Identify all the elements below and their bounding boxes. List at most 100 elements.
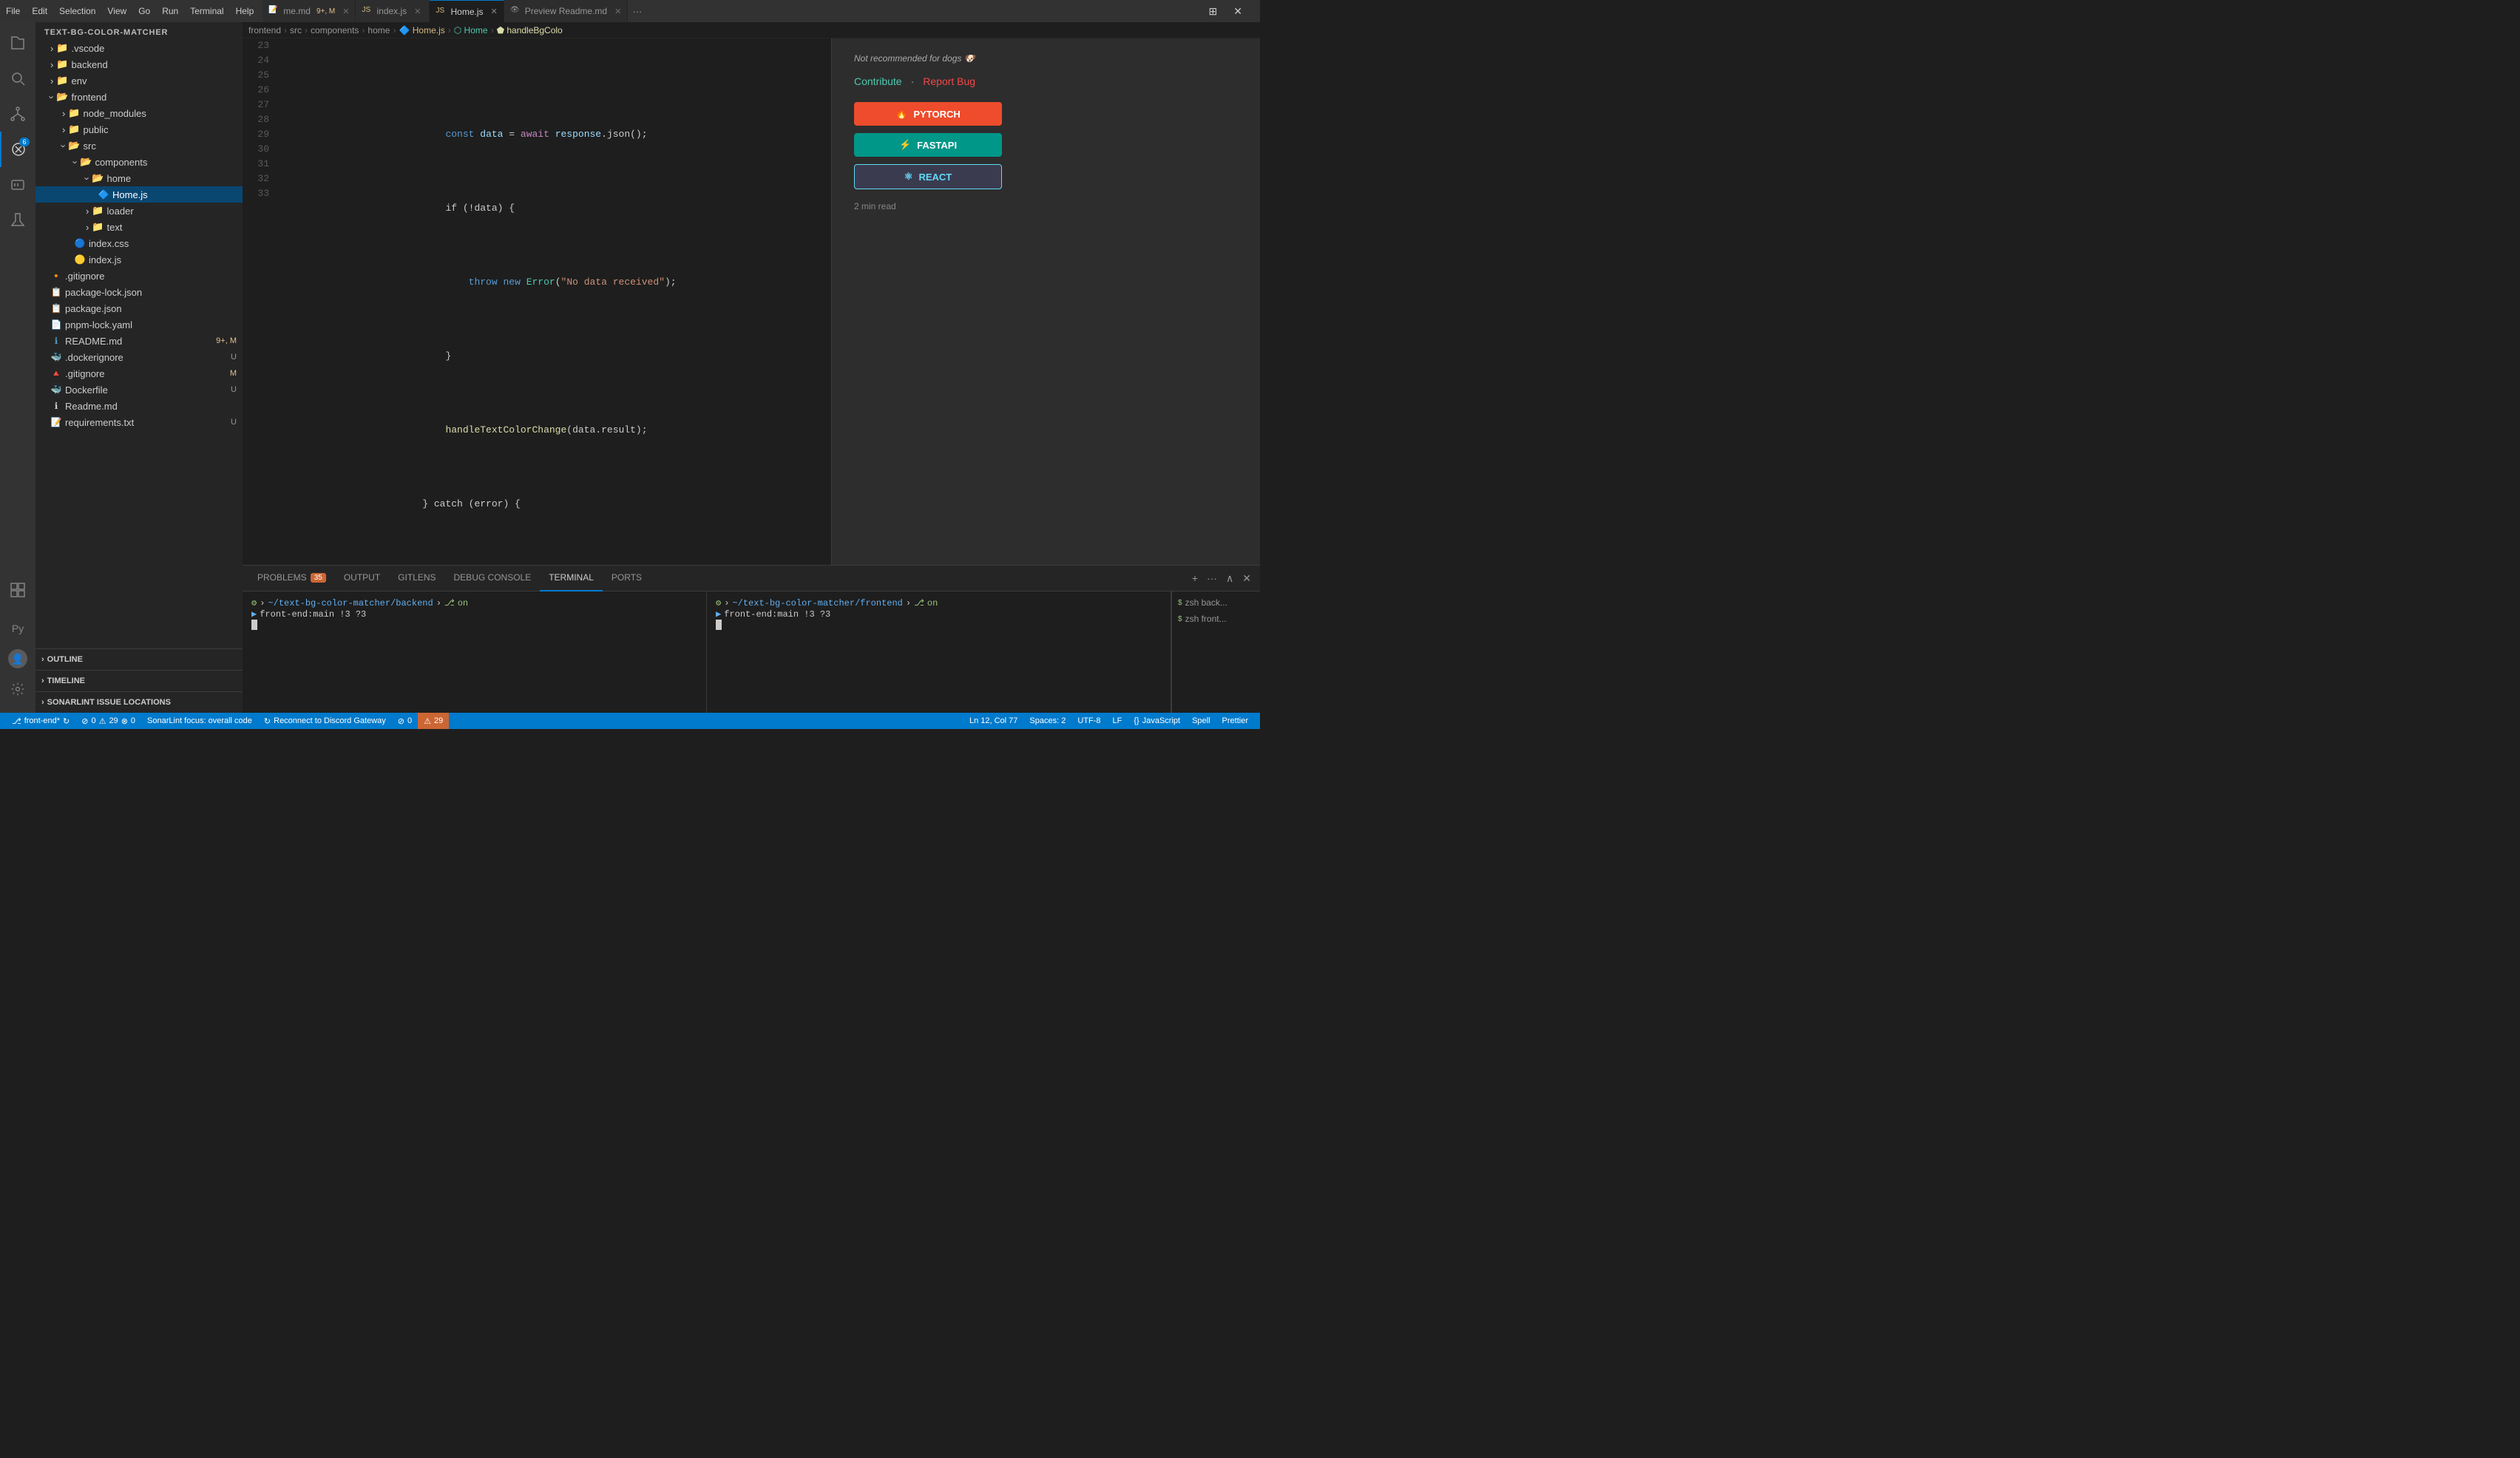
tab-indexjs[interactable]: JS index.js ✕ bbox=[356, 0, 430, 22]
terminal-pane-frontend[interactable]: ⚙ › ~/text-bg-color-matcher/frontend › ⎇… bbox=[707, 591, 1171, 713]
tab-debug-console[interactable]: DEBUG CONSOLE bbox=[445, 566, 541, 591]
readme-icon: ℹ bbox=[50, 336, 62, 346]
tree-item-text[interactable]: 📁 text bbox=[35, 219, 243, 235]
code-editor[interactable]: 23 24 25 26 27 28 29 30 31 32 33 bbox=[243, 38, 831, 565]
breadcrumb-home[interactable]: home bbox=[368, 25, 390, 35]
breadcrumb-src[interactable]: src bbox=[290, 25, 302, 35]
status-cursor[interactable]: Ln 12, Col 77 bbox=[963, 713, 1023, 729]
dockerfile-icon: 🐳 bbox=[50, 384, 62, 395]
terminal-close-button[interactable]: ✕ bbox=[1239, 571, 1254, 586]
tree-item-packagejson[interactable]: 📋 package.json bbox=[35, 300, 243, 316]
status-prettier[interactable]: Prettier bbox=[1216, 713, 1254, 729]
tree-item-frontend[interactable]: 📂 frontend bbox=[35, 89, 243, 105]
pytorch-badge[interactable]: 🔥 PYTORCH bbox=[854, 102, 1002, 126]
status-discord-count[interactable]: ⊘ 0 bbox=[392, 713, 418, 729]
user-avatar[interactable]: 👤 bbox=[8, 649, 27, 668]
report-bug-link[interactable]: Report Bug bbox=[923, 75, 975, 87]
tree-item-gitignore[interactable]: 🔸 .gitignore bbox=[35, 268, 243, 284]
status-discord[interactable]: ↻ Reconnect to Discord Gateway bbox=[258, 713, 392, 729]
tree-item-pnpmlock[interactable]: 📄 pnpm-lock.yaml bbox=[35, 316, 243, 333]
breadcrumb-components[interactable]: components bbox=[311, 25, 359, 35]
tree-item-public[interactable]: 📁 public bbox=[35, 121, 243, 138]
activity-remote[interactable] bbox=[0, 167, 35, 203]
tab-homejs[interactable]: JS Home.js ✕ bbox=[430, 0, 504, 22]
tree-item-env[interactable]: 📁 env bbox=[35, 72, 243, 89]
session-backend[interactable]: $ zsh back... bbox=[1172, 594, 1260, 611]
activity-extensions[interactable] bbox=[0, 572, 35, 608]
tree-item-packagelock[interactable]: 📋 package-lock.json bbox=[35, 284, 243, 300]
activity-settings[interactable] bbox=[0, 671, 35, 707]
terminal-add-button[interactable]: + bbox=[1189, 571, 1201, 586]
tab-memd-close[interactable]: ✕ bbox=[342, 7, 349, 16]
tree-item-src[interactable]: 📂 src bbox=[35, 138, 243, 154]
tree-item-readme[interactable]: ℹ README.md 9+, M bbox=[35, 333, 243, 349]
menu-run[interactable]: Run bbox=[162, 6, 178, 16]
tree-item-dockerignore[interactable]: 🐳 .dockerignore U bbox=[35, 349, 243, 365]
discord-sync-icon: ↻ bbox=[264, 716, 271, 726]
fastapi-badge[interactable]: ⚡ FASTAPI bbox=[854, 133, 1002, 157]
tree-item-indexjs[interactable]: 🟡 index.js bbox=[35, 251, 243, 268]
tree-item-vscode[interactable]: 📁 .vscode bbox=[35, 40, 243, 56]
tree-item-indexcss[interactable]: 🔵 index.css bbox=[35, 235, 243, 251]
status-branch[interactable]: ⎇ front-end* ↻ bbox=[6, 713, 75, 729]
tab-gitlens[interactable]: GITLENS bbox=[389, 566, 444, 591]
breadcrumb-home-class[interactable]: ⬡ Home bbox=[454, 25, 488, 35]
status-sonarlint[interactable]: SonarLint focus: overall code bbox=[141, 713, 258, 729]
tree-item-backend[interactable]: 📁 backend bbox=[35, 56, 243, 72]
contribute-link[interactable]: Contribute bbox=[854, 75, 902, 87]
menu-terminal[interactable]: Terminal bbox=[190, 6, 223, 16]
tab-ports[interactable]: PORTS bbox=[603, 566, 651, 591]
tab-preview-readme[interactable]: 👁 Preview Readme.md ✕ bbox=[504, 0, 629, 22]
tab-preview-close[interactable]: ✕ bbox=[614, 7, 621, 16]
menu-edit[interactable]: Edit bbox=[32, 6, 47, 16]
activity-test[interactable] bbox=[0, 203, 35, 238]
tree-item-gitignore2[interactable]: 🔺 .gitignore M bbox=[35, 365, 243, 382]
terminal-more-button[interactable]: ··· bbox=[1204, 571, 1220, 586]
activity-python[interactable]: Py bbox=[0, 611, 35, 646]
breadcrumb-homejs[interactable]: 🔷 Home.js bbox=[399, 25, 444, 35]
tabs-overflow-button[interactable]: ··· bbox=[628, 6, 646, 17]
status-warning-count[interactable]: ⚠ 29 bbox=[418, 713, 449, 729]
status-eol[interactable]: LF bbox=[1107, 713, 1128, 729]
tree-item-readmemd[interactable]: ℹ Readme.md bbox=[35, 398, 243, 414]
breadcrumb-frontend[interactable]: frontend bbox=[248, 25, 281, 35]
tree-item-homejs[interactable]: 🔷 Home.js bbox=[35, 186, 243, 203]
activity-explorer[interactable] bbox=[0, 25, 35, 61]
tree-item-dockerfile[interactable]: 🐳 Dockerfile U bbox=[35, 382, 243, 398]
tree-item-components[interactable]: 📂 components bbox=[35, 154, 243, 170]
tab-indexjs-close[interactable]: ✕ bbox=[414, 7, 421, 16]
activity-git[interactable] bbox=[0, 96, 35, 132]
status-spaces[interactable]: Spaces: 2 bbox=[1023, 713, 1071, 729]
outline-header[interactable]: OUTLINE bbox=[35, 652, 243, 667]
status-encoding[interactable]: UTF-8 bbox=[1071, 713, 1106, 729]
status-errors[interactable]: ⊘ 0 ⚠ 29 ⊗ 0 bbox=[75, 713, 141, 729]
close-window-button[interactable]: ✕ bbox=[1227, 4, 1248, 19]
tree-item-loader[interactable]: 📁 loader bbox=[35, 203, 243, 219]
session-frontend[interactable]: $ zsh front... bbox=[1172, 611, 1260, 627]
terminal-collapse-button[interactable]: ∧ bbox=[1223, 571, 1236, 586]
menu-go[interactable]: Go bbox=[138, 6, 150, 16]
status-spell[interactable]: Spell bbox=[1186, 713, 1216, 729]
tab-problems[interactable]: PROBLEMS 35 bbox=[248, 566, 335, 591]
tab-output[interactable]: OUTPUT bbox=[335, 566, 389, 591]
menu-file[interactable]: File bbox=[6, 6, 20, 16]
tab-homejs-close[interactable]: ✕ bbox=[491, 7, 498, 16]
tab-terminal[interactable]: TERMINAL bbox=[540, 566, 603, 591]
activity-debug[interactable]: 6 bbox=[0, 132, 35, 167]
activity-bar: 6 bbox=[0, 22, 35, 713]
menu-selection[interactable]: Selection bbox=[59, 6, 95, 16]
menu-help[interactable]: Help bbox=[236, 6, 254, 16]
activity-search[interactable] bbox=[0, 61, 35, 96]
tree-item-node-modules[interactable]: 📁 node_modules bbox=[35, 105, 243, 121]
layout-button[interactable]: ⊞ bbox=[1205, 4, 1222, 19]
react-badge[interactable]: ⚛ REACT bbox=[854, 164, 1002, 189]
sonarlint-header[interactable]: SONARLINT ISSUE LOCATIONS bbox=[35, 695, 243, 710]
menu-view[interactable]: View bbox=[107, 6, 126, 16]
tree-item-requirements[interactable]: 📝 requirements.txt U bbox=[35, 414, 243, 430]
timeline-header[interactable]: TIMELINE bbox=[35, 674, 243, 688]
terminal-pane-backend[interactable]: ⚙ › ~/text-bg-color-matcher/backend › ⎇ … bbox=[243, 591, 707, 713]
status-language[interactable]: {} JavaScript bbox=[1128, 713, 1186, 729]
tab-memd[interactable]: 📝 me.md 9+, M ✕ bbox=[262, 0, 356, 22]
breadcrumb-handlebgcolo[interactable]: ⬟ handleBgColo bbox=[497, 25, 563, 35]
tree-item-home[interactable]: 📂 home bbox=[35, 170, 243, 186]
